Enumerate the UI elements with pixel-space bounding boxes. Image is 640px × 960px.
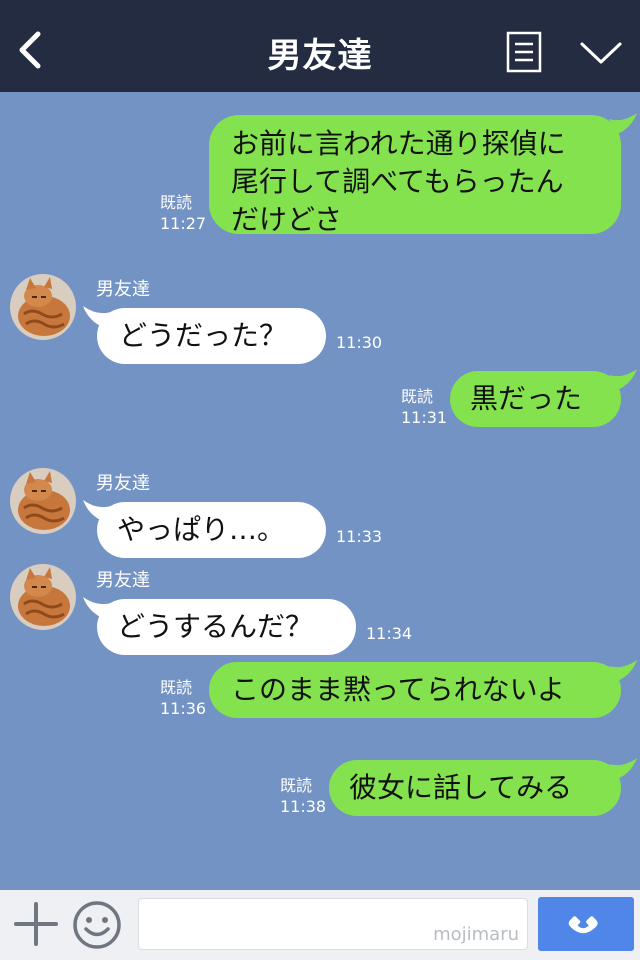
chat-header: 男友達	[0, 0, 640, 92]
bubble-tail	[609, 660, 637, 682]
read-receipt: 既読 11:27	[160, 193, 207, 233]
bubble-tail	[609, 113, 637, 135]
incoming-message[interactable]: どうだった？	[83, 306, 326, 364]
call-button[interactable]	[538, 897, 634, 951]
sender-name: 男友達	[96, 570, 150, 591]
collapse-button[interactable]	[578, 38, 624, 68]
add-attachment-button[interactable]	[14, 902, 58, 946]
outgoing-message[interactable]: 黒だった	[450, 369, 637, 427]
chat-area[interactable]: 既読 11:27 お前に言われた通り探偵に 尾行して調べてもらったん だけどさ …	[0, 92, 640, 890]
emoji-button[interactable]	[72, 900, 122, 950]
avatar[interactable]	[10, 274, 76, 340]
read-receipt: 既読 11:31	[401, 387, 448, 427]
incoming-message[interactable]: どうするんだ？	[83, 597, 356, 655]
bubble-tail	[609, 369, 637, 391]
incoming-message[interactable]: やっぱり…。	[83, 500, 326, 558]
cat-avatar-icon	[10, 274, 76, 340]
input-bar: mojimaru	[0, 890, 640, 960]
bubble-tail	[83, 500, 111, 522]
watermark-text: mojimaru	[433, 924, 519, 945]
bubble-tail	[83, 597, 111, 619]
bubble-tail	[609, 758, 637, 780]
chevron-down-icon	[580, 42, 622, 64]
menu-button[interactable]	[506, 31, 542, 73]
avatar[interactable]	[10, 564, 76, 630]
phone-icon	[568, 916, 598, 934]
bubble-tail	[83, 306, 111, 328]
message-input[interactable]: mojimaru	[138, 898, 528, 950]
menu-icon	[506, 31, 542, 73]
message-time: 11:30	[336, 333, 383, 352]
cat-avatar-icon	[10, 564, 76, 630]
sender-name: 男友達	[96, 473, 150, 494]
outgoing-message[interactable]: お前に言われた通り探偵に 尾行して調べてもらったん だけどさ	[209, 113, 637, 236]
emoji-icon	[73, 901, 121, 949]
plus-icon	[14, 902, 58, 946]
cat-avatar-icon	[10, 468, 76, 534]
message-time: 11:33	[336, 527, 383, 546]
message-time: 11:34	[366, 624, 413, 643]
sender-name: 男友達	[96, 279, 150, 300]
outgoing-message[interactable]: 彼女に話してみる	[329, 758, 637, 816]
outgoing-message[interactable]: このまま黙ってられないよ	[209, 660, 637, 718]
read-receipt: 既読 11:36	[160, 678, 207, 718]
avatar[interactable]	[10, 468, 76, 534]
read-receipt: 既読 11:38	[280, 776, 327, 816]
chat-title: 男友達	[267, 36, 373, 76]
